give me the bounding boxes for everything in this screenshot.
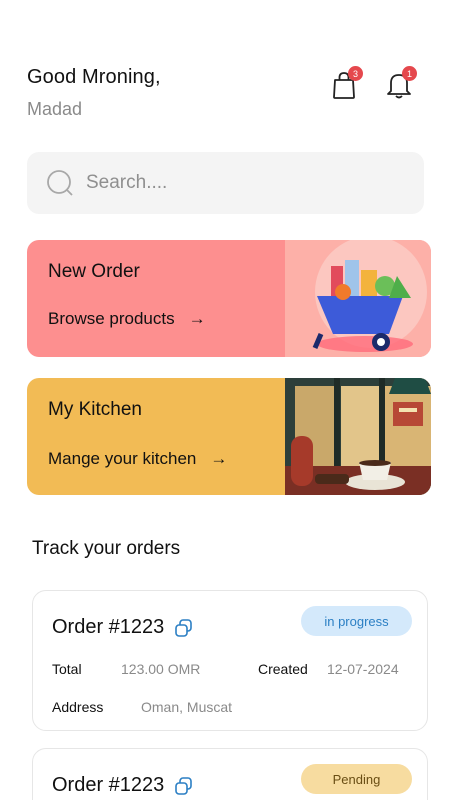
manage-kitchen-link[interactable]: Mange your kitchen → <box>48 449 227 469</box>
copy-icon[interactable] <box>174 618 194 638</box>
search-bar[interactable] <box>27 152 424 214</box>
order-number-text: Order #1223 <box>52 616 165 638</box>
order-number: Order #1223 <box>52 774 194 797</box>
cafe-scene-illustration <box>285 378 431 495</box>
cart-button[interactable]: 3 <box>329 66 363 102</box>
arrow-right-icon: → <box>188 309 206 328</box>
copy-icon[interactable] <box>174 776 194 796</box>
created-label: Created <box>258 661 308 677</box>
grocery-cart-illustration <box>285 240 431 357</box>
header: Good Mroning, Madad 3 1 <box>27 66 423 126</box>
my-kitchen-card[interactable]: My Kitchen Mange your kitchen → <box>27 378 431 495</box>
username-text: Madad <box>27 99 83 119</box>
cart-count-badge: 3 <box>348 66 363 81</box>
address-label: Address <box>52 699 104 715</box>
track-orders-title: Track your orders <box>32 538 181 559</box>
status-badge: Pending <box>301 764 412 794</box>
notifications-button[interactable]: 1 <box>383 66 417 102</box>
browse-products-link[interactable]: Browse products → <box>48 309 206 329</box>
my-kitchen-title: My Kitchen <box>48 399 142 420</box>
total-label: Total <box>52 661 82 677</box>
order-address-row: Address Oman, Muscat <box>52 699 232 715</box>
arrow-right-icon: → <box>210 449 228 468</box>
browse-products-label: Browse products <box>48 309 175 328</box>
order-card[interactable]: Order #1223 in progress Total 123.00 OMR… <box>32 590 428 731</box>
header-actions: 3 1 <box>329 66 417 102</box>
order-card[interactable]: Order #1223 Pending <box>32 748 428 800</box>
order-number-text: Order #1223 <box>52 774 165 796</box>
manage-kitchen-label: Mange your kitchen <box>48 449 197 468</box>
search-input[interactable] <box>86 172 386 194</box>
new-order-card[interactable]: New Order Browse products → <box>27 240 431 357</box>
order-number: Order #1223 <box>52 616 194 639</box>
search-icon <box>47 170 73 196</box>
address-value: Oman, Muscat <box>141 699 233 715</box>
created-value: 12-07-2024 <box>327 661 399 677</box>
status-badge: in progress <box>301 606 412 636</box>
notification-count-badge: 1 <box>402 66 417 81</box>
order-details-row: Total 123.00 OMR Created 12-07-2024 <box>52 661 399 677</box>
total-value: 123.00 OMR <box>121 661 201 677</box>
new-order-title: New Order <box>48 261 140 282</box>
